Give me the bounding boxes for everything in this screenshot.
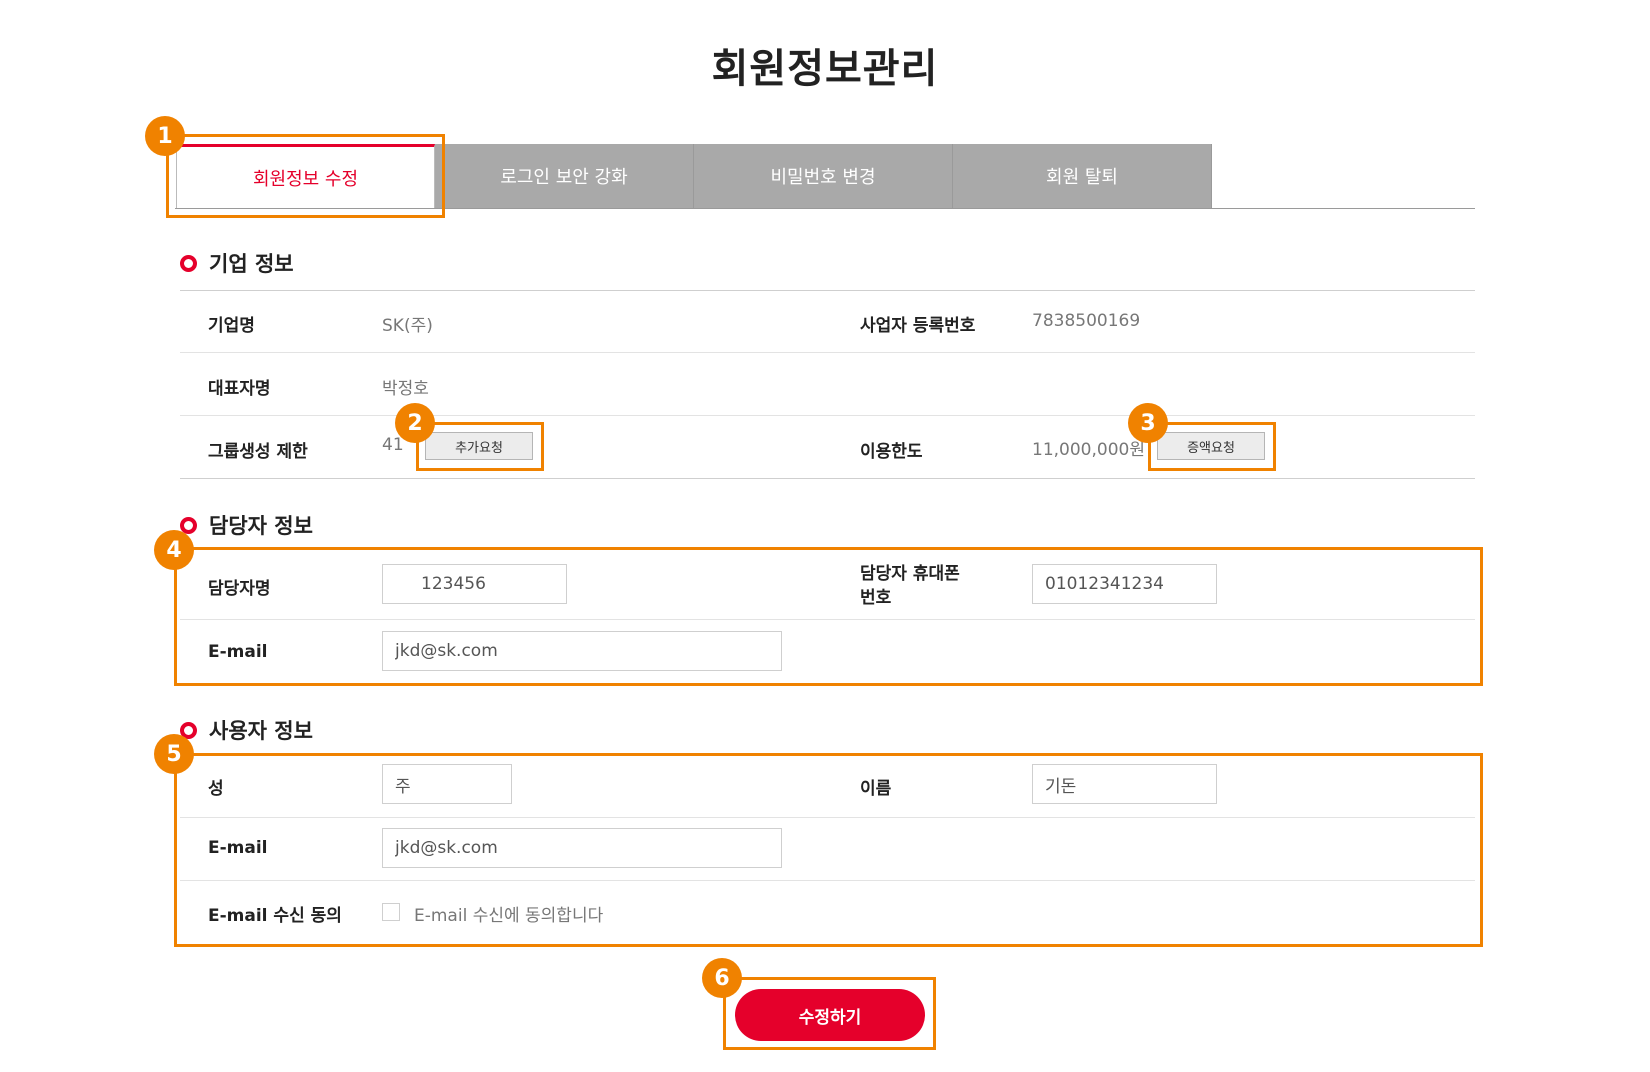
- tab-label: 비밀번호 변경: [770, 167, 876, 188]
- tab-login-security[interactable]: 로그인 보안 강화: [435, 144, 694, 208]
- divider: [180, 478, 1475, 479]
- annotation-badge-3: 3: [1128, 403, 1168, 443]
- section-title-user: 사용자 정보: [180, 715, 313, 745]
- section-title-text: 사용자 정보: [209, 719, 313, 743]
- annotation-box-5: [174, 753, 1483, 947]
- divider: [180, 290, 1475, 291]
- section-title-manager: 담당자 정보: [180, 510, 313, 540]
- usage-limit-label: 이용한도: [860, 442, 923, 462]
- tab-withdraw[interactable]: 회원 탈퇴: [953, 144, 1212, 208]
- usage-limit-value: 11,000,000원: [1032, 440, 1145, 460]
- business-number-label: 사업자 등록번호: [860, 316, 976, 336]
- annotation-badge-5: 5: [154, 734, 194, 774]
- group-limit-label: 그룹생성 제한: [208, 442, 308, 462]
- section-title-text: 담당자 정보: [209, 514, 313, 538]
- ceo-name-value: 박정호: [382, 379, 429, 399]
- company-name-value: SK(주): [382, 316, 433, 336]
- annotation-badge-2: 2: [395, 403, 435, 443]
- annotation-badge-1: 1: [145, 116, 185, 156]
- annotation-box-6: [723, 977, 936, 1050]
- annotation-badge-4: 4: [154, 530, 194, 570]
- annotation-badge-6: 6: [702, 958, 742, 998]
- section-title-text: 기업 정보: [209, 252, 294, 276]
- ceo-name-label: 대표자명: [208, 379, 271, 399]
- divider: [180, 352, 1475, 353]
- annotation-box-3: [1148, 422, 1276, 471]
- tab-label: 회원 탈퇴: [1046, 167, 1118, 188]
- ring-bullet-icon: [180, 254, 197, 272]
- annotation-box-4: [174, 547, 1483, 686]
- annotation-box-2: [416, 422, 544, 471]
- section-title-company: 기업 정보: [180, 248, 294, 278]
- divider: [180, 415, 1475, 416]
- group-limit-value: 41: [382, 435, 404, 455]
- tab-change-password[interactable]: 비밀번호 변경: [694, 144, 953, 208]
- company-name-label: 기업명: [208, 316, 255, 336]
- page-title: 회원정보관리: [711, 46, 939, 92]
- annotation-box-1: [166, 134, 445, 218]
- business-number-value: 7838500169: [1032, 311, 1141, 331]
- tab-label: 로그인 보안 강화: [500, 167, 628, 188]
